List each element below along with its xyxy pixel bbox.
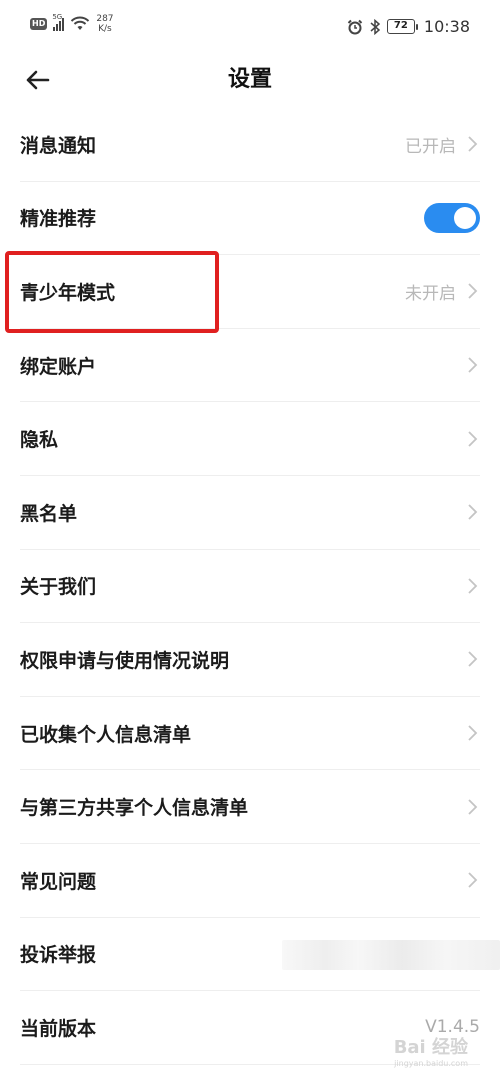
baidu-watermark: Bai 经验 jingyan.baidu.com	[394, 1033, 468, 1068]
row-label: 关于我们	[20, 576, 97, 599]
row-permissions[interactable]: 权限申请与使用情况说明	[20, 623, 480, 697]
row-value: 未开启	[405, 283, 456, 304]
header: 设置	[0, 56, 500, 104]
row-precise-recommend: 精准推荐	[20, 182, 480, 256]
watermark-text: Bai 经验	[393, 1037, 468, 1058]
row-label: 已收集个人信息清单	[20, 723, 192, 746]
wifi-icon	[71, 16, 90, 30]
watermark-url: jingyan.baidu.com	[394, 1059, 468, 1068]
row-privacy[interactable]: 隐私	[20, 402, 480, 476]
row-blacklist[interactable]: 黑名单	[20, 476, 480, 550]
row-label: 消息通知	[20, 134, 97, 157]
chevron-right-icon	[468, 725, 478, 741]
row-bind-account[interactable]: 绑定账户	[20, 329, 480, 403]
network-type: 5G	[52, 13, 63, 21]
hd-badge: HD	[30, 18, 48, 30]
battery-level: 72	[386, 19, 415, 34]
row-value: 已开启	[405, 136, 456, 157]
status-left: HD 5G 287 K/s	[30, 13, 114, 34]
status-bar: HD 5G 287 K/s 72 10:38	[0, 0, 500, 56]
chevron-right-icon	[468, 504, 478, 520]
alarm-icon	[347, 19, 363, 34]
blurred-region	[282, 939, 500, 970]
row-about-us[interactable]: 关于我们	[20, 550, 480, 624]
clock: 10:38	[423, 17, 470, 36]
row-label: 权限申请与使用情况说明	[20, 649, 230, 672]
signal-icon: 5G	[52, 13, 65, 31]
network-speed: 287 K/s	[96, 14, 113, 34]
row-complaint[interactable]: 投诉举报	[20, 918, 500, 992]
chevron-right-icon	[468, 283, 478, 300]
row-label: 投诉举报	[20, 944, 97, 967]
row-collected-info[interactable]: 已收集个人信息清单	[20, 697, 480, 771]
chevron-right-icon	[468, 357, 478, 373]
chevron-right-icon	[468, 799, 478, 815]
row-third-party-sharing[interactable]: 与第三方共享个人信息清单	[20, 770, 480, 844]
row-label: 与第三方共享个人信息清单	[20, 797, 249, 820]
recommend-toggle[interactable]	[424, 202, 480, 233]
page-title: 设置	[227, 67, 272, 92]
row-notifications[interactable]: 消息通知 已开启	[20, 108, 480, 182]
row-label: 黑名单	[20, 502, 78, 525]
chevron-right-icon	[468, 578, 478, 594]
chevron-right-icon	[468, 651, 478, 668]
row-label: 常见问题	[20, 870, 97, 893]
speed-value: 287	[96, 14, 114, 24]
row-label: 隐私	[20, 429, 59, 452]
bluetooth-icon	[370, 18, 381, 35]
row-label: 精准推荐	[20, 208, 97, 231]
chevron-right-icon	[468, 431, 478, 447]
battery-icon: 72	[386, 19, 418, 34]
status-right: 72 10:38	[347, 17, 470, 36]
highlight-box	[5, 251, 219, 333]
row-label: 绑定账户	[20, 355, 97, 378]
chevron-right-icon	[468, 872, 478, 888]
speed-unit: K/s	[98, 24, 112, 34]
chevron-right-icon	[468, 136, 478, 152]
row-label: 当前版本	[20, 1017, 97, 1040]
row-faq[interactable]: 常见问题	[20, 844, 480, 918]
